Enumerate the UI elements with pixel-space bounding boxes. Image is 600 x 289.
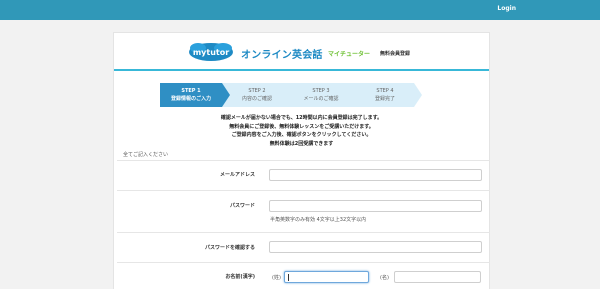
section-title: 全てご記入ください (123, 152, 169, 158)
email-row: メールアドレス (117, 161, 490, 191)
password-confirm-row: パスワードを確認する (117, 233, 490, 263)
step-2-number: STEP 2 (248, 88, 266, 94)
registration-label: 無料会員登録 (380, 51, 411, 57)
password-confirm-field[interactable] (269, 241, 482, 253)
notice-line: 無料会員にご登録後、無料体験レッスンをご受講いただけます。 (229, 123, 374, 130)
notice-text: 確認メールが届かない場合でも、12時間以内に会員登録は完了します。 無料会員にご… (114, 114, 489, 148)
name-label: お名前(漢字) (225, 274, 255, 280)
step-3-label: メールのご確認 (303, 96, 339, 102)
step-progress: STEP 1 登録情報のご入力 STEP 2 内容のご確認 STEP 3 メール… (160, 83, 422, 107)
registration-card: mytutor オンライン英会話 マイチューター 無料会員登録 STEP 1 登… (113, 32, 490, 289)
password-hint: 半角英数字のみ有効 4文字以上32文字以内 (270, 217, 367, 223)
text-cursor (288, 274, 289, 281)
step-4-label: 登録完了 (374, 96, 395, 102)
password-confirm-label: パスワードを確認する (204, 245, 255, 251)
brand-subtitle: マイチューター (328, 51, 371, 58)
step-3-number: STEP 3 (312, 88, 330, 94)
registration-form: メールアドレス パスワード 半角英数字のみ有効 4文字以上32文字以内 パスワー… (117, 160, 490, 289)
page-header: mytutor オンライン英会話 マイチューター 無料会員登録 (114, 33, 489, 71)
email-label: メールアドレス (219, 172, 255, 178)
notice-line: 確認メールが届かない場合でも、12時間以内に会員登録は完了します。 (220, 115, 383, 121)
step-4: STEP 4 登録完了 (354, 83, 416, 107)
svg-text:mytutor: mytutor (193, 48, 229, 57)
last-name-field[interactable] (284, 271, 369, 283)
step-2: STEP 2 内容のご確認 (226, 83, 288, 107)
step-2-label: 内容のご確認 (241, 96, 272, 102)
notice-line: 無料体験は2回受講できます (269, 140, 334, 147)
login-link[interactable]: Login (497, 5, 516, 12)
step-3: STEP 3 メールのご確認 (290, 83, 352, 107)
step-1-label: 登録情報のご入力 (170, 96, 211, 102)
top-bar: Login (0, 0, 600, 20)
email-field[interactable] (269, 169, 482, 181)
step-1-number: STEP 1 (181, 88, 201, 94)
notice-line: ご登録内容をご入力後、確認ボタンをクリックしてください。 (231, 132, 372, 138)
password-field[interactable] (269, 200, 482, 212)
mytutor-logo[interactable]: mytutor (189, 42, 234, 62)
password-label: パスワード (229, 203, 255, 209)
last-name-tag: (姓) (272, 275, 281, 281)
step-4-number: STEP 4 (376, 88, 394, 94)
step-1: STEP 1 登録情報のご入力 (160, 83, 230, 107)
name-row: お名前(漢字) (姓) (名) (117, 263, 490, 289)
first-name-field[interactable] (394, 271, 481, 283)
password-row: パスワード 半角英数字のみ有効 4文字以上32文字以内 (117, 191, 490, 233)
brand-name: オンライン英会話 (241, 50, 323, 61)
first-name-tag: (名) (380, 275, 389, 281)
